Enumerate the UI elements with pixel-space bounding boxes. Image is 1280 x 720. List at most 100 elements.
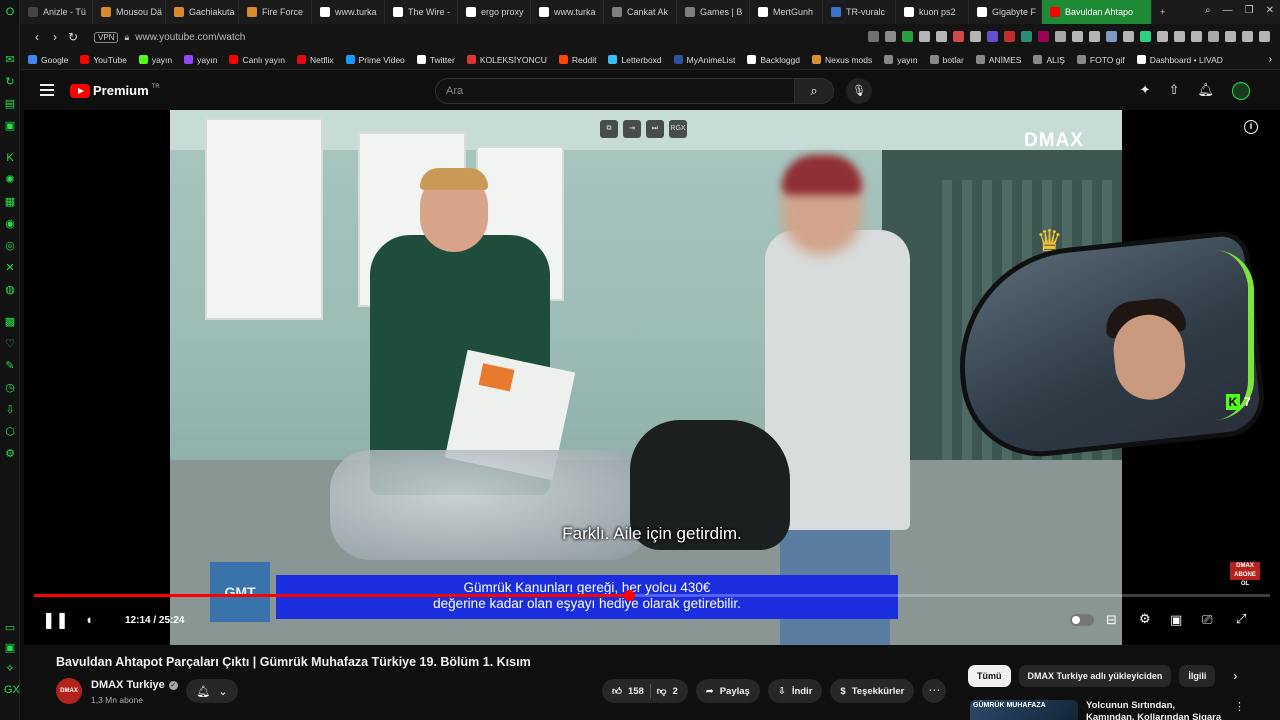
kick-app-icon[interactable]: K [4, 152, 16, 164]
extension-icon[interactable] [1106, 31, 1117, 42]
gx-logo-icon[interactable]: GX [4, 684, 20, 696]
tab[interactable]: www.turka [312, 0, 385, 24]
extension-icon[interactable] [1021, 31, 1032, 42]
channel-name[interactable]: DMAX Turkiye ✓ [91, 679, 178, 691]
video-player[interactable]: ⧉ ⇥ ⏭ RGX DMAX i ♛ K 7 DMAX ABONE OL Far… [24, 110, 1280, 645]
panel-icon[interactable]: ▣ [4, 642, 16, 654]
tab[interactable]: Fire Force [239, 0, 312, 24]
tab[interactable]: The Wire - [385, 0, 458, 24]
miniplayer-icon[interactable]: ▣ [1170, 612, 1182, 628]
share-button[interactable]: ➦ Paylaş [695, 679, 760, 703]
downloads-icon[interactable]: ⇩ [4, 404, 16, 416]
bookmark-item[interactable]: YouTube [80, 55, 127, 65]
chevron-right-icon[interactable]: › [1233, 669, 1237, 683]
bookmark-item[interactable]: Twitter [416, 55, 455, 65]
pip-icon[interactable]: ⧉ [600, 120, 618, 138]
bookmark-item[interactable]: Reddit [558, 55, 596, 65]
extension-icon[interactable] [1259, 31, 1270, 42]
channel-avatar[interactable]: DMAX [56, 678, 82, 704]
refresh-icon[interactable]: ↻ [4, 76, 16, 88]
progress-scrubber[interactable] [623, 590, 635, 601]
channel-name-text[interactable]: DMAX Turkiye [91, 679, 165, 691]
app-icon[interactable]: ▣ [4, 120, 16, 132]
extension-icon[interactable] [1089, 31, 1100, 42]
bookmark-item[interactable]: yayın [138, 55, 172, 65]
autoplay-toggle[interactable] [1070, 614, 1094, 626]
bookmark-item[interactable]: yayın [184, 55, 217, 65]
history-icon[interactable]: ◷ [4, 382, 16, 394]
url-field[interactable]: www.youtube.com/watch [135, 32, 245, 43]
bookmark-item[interactable]: Backloggd [747, 55, 800, 65]
opera-logo-icon[interactable]: O [4, 6, 16, 18]
extension-icon[interactable] [885, 31, 896, 42]
extension-icon[interactable] [1123, 31, 1134, 42]
more-actions-icon[interactable]: ⋯ [922, 679, 947, 703]
tab[interactable]: Gigabyte F [969, 0, 1042, 24]
bookmark-item[interactable]: yayın [884, 55, 918, 65]
extensions-icon[interactable]: ⬡ [4, 426, 16, 438]
extension-icon[interactable] [1242, 31, 1253, 42]
extension-icon[interactable] [1191, 31, 1202, 42]
pause-icon[interactable]: ❚❚ [42, 610, 69, 630]
workspaces-icon[interactable]: ▩ [4, 316, 16, 328]
cast-icon[interactable]: ⎚ [1202, 612, 1212, 628]
new-tab-button[interactable]: + [1152, 0, 1173, 24]
close-icon[interactable]: ✕ [1266, 5, 1274, 16]
x-icon[interactable]: ✕ [4, 262, 16, 274]
extension-icon[interactable] [1140, 31, 1151, 42]
extension-icon[interactable] [936, 31, 947, 42]
chatgpt-icon[interactable]: ✺ [4, 174, 16, 186]
news-icon[interactable]: ▤ [4, 98, 16, 110]
extension-icon[interactable] [953, 31, 964, 42]
recommendation-item[interactable]: GÜMRÜK MUHAFAZA Yolcunun Sırtından, Kamı… [970, 700, 1245, 720]
extension-icon[interactable] [970, 31, 981, 42]
extension-icon[interactable] [1174, 31, 1185, 42]
search-input[interactable]: Ara [435, 78, 795, 104]
tab[interactable]: Mousou Dä [93, 0, 166, 24]
search-tabs-icon[interactable]: ⌕ [1205, 5, 1211, 16]
vpn-badge[interactable]: VPN [94, 31, 119, 43]
recommendation-title[interactable]: Yolcunun Sırtından, Kamından, Kollarında… [1086, 700, 1226, 720]
bookmark-item[interactable]: ANİMES [975, 55, 1021, 65]
discord-icon[interactable]: ◍ [4, 284, 16, 296]
bookmark-item[interactable]: Nexus mods [812, 55, 872, 65]
bookmark-item[interactable]: Canlı yayın [229, 55, 285, 65]
rgx-icon[interactable]: RGX [669, 120, 687, 138]
maximize-icon[interactable]: ❐ [1245, 5, 1254, 16]
subtitles-icon[interactable]: ⊟ [1106, 612, 1117, 628]
info-icon[interactable]: i [1244, 120, 1258, 134]
tab[interactable]: ergo proxy [458, 0, 531, 24]
settings-icon[interactable]: ⚙ [4, 448, 16, 460]
menu-icon[interactable] [40, 84, 54, 96]
tab[interactable]: TR-vuralc [823, 0, 896, 24]
bookmark-item[interactable]: Google [28, 55, 68, 65]
upload-icon[interactable]: ⇧ [1169, 82, 1180, 100]
tab-active[interactable]: Bavuldan Ahtapo [1042, 0, 1152, 24]
tab[interactable]: Games | B [677, 0, 750, 24]
volume-icon[interactable]: ◖ [85, 612, 93, 627]
heart-icon[interactable]: ♡ [4, 338, 16, 350]
bookmark-item[interactable]: Netflix [297, 55, 334, 65]
search-button[interactable]: ⌕ [794, 78, 834, 104]
minimize-icon[interactable]: — [1223, 5, 1233, 16]
bookmark-item[interactable]: ALIŞ [1033, 55, 1065, 65]
dislike-count[interactable]: 2 [672, 686, 677, 697]
chip-all[interactable]: Tümü [968, 665, 1011, 687]
download-button[interactable]: ⇩ İndir [767, 679, 823, 703]
gx-control-icon[interactable]: ⟡ [4, 662, 16, 674]
popout-icon[interactable]: ⇥ [623, 120, 641, 138]
like-count[interactable]: 158 [628, 686, 644, 697]
tab[interactable]: Anizle - Tü [20, 0, 93, 24]
extension-icon[interactable] [1208, 31, 1219, 42]
settings-gear-icon[interactable]: ⚙ [1139, 611, 1151, 627]
tab[interactable]: Gachiakuta [166, 0, 239, 24]
pin-icon[interactable]: ✎ [4, 360, 16, 372]
twitch-icon[interactable]: ▦ [4, 196, 16, 208]
tab[interactable]: www.turka [531, 0, 604, 24]
kebab-menu-icon[interactable]: ⋮ [1234, 700, 1245, 720]
extension-icon[interactable] [1038, 31, 1049, 42]
create-icon[interactable]: ✦ [1140, 82, 1151, 100]
tab[interactable]: MertGunh [750, 0, 823, 24]
like-icon[interactable]: 👍︎ [612, 685, 622, 697]
extension-icon[interactable] [1004, 31, 1015, 42]
